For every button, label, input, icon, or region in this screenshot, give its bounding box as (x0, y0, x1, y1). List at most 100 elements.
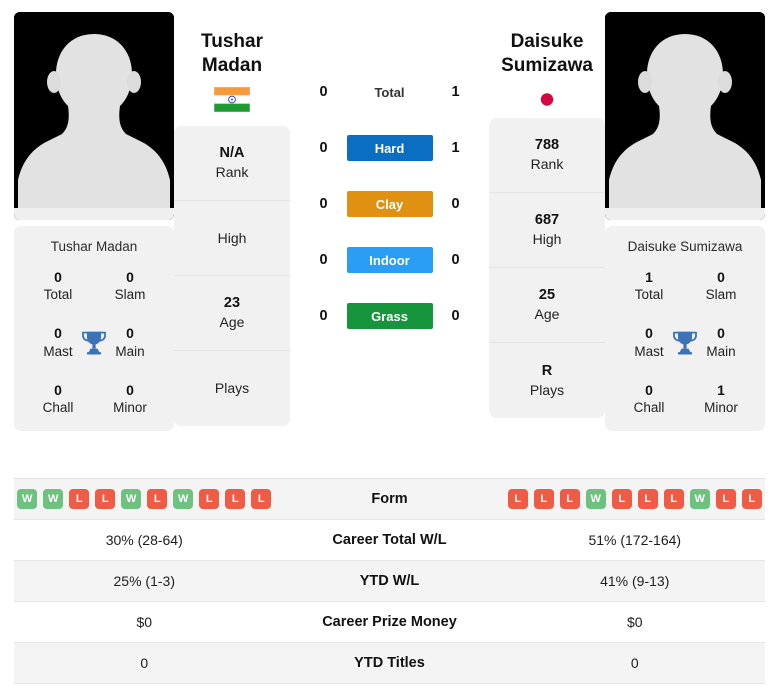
h2h-clay-label[interactable]: Clay (346, 191, 433, 217)
form-badge: W (17, 489, 38, 509)
form-badge: L (507, 489, 528, 509)
table-label-career-total-wl: Career Total W/L (332, 532, 447, 548)
left-form-cell: W W L L W L W L L L (14, 483, 275, 515)
h2h-hard-right-value: 1 (451, 140, 460, 156)
left-age-label: Age (219, 314, 245, 331)
left-titles-minor-value: 0 (126, 381, 134, 398)
right-form-cell: L L L W L L L W L L (505, 483, 766, 515)
h2h-hard-label[interactable]: Hard (346, 135, 433, 161)
right-titles-slam-label: Slam (705, 287, 737, 303)
left-player-info-card: N/A Rank High 23 Age Plays (174, 126, 290, 427)
form-badge: L (741, 489, 762, 509)
right-player-honours-card: Daisuke Sumizawa 1 Total 0 Slam 0 Mast 0… (605, 226, 765, 431)
form-badge: L (95, 489, 116, 509)
right-titles-minor-label: Minor (704, 400, 738, 416)
right-titles-slam-value: 0 (717, 269, 725, 285)
left-form-badges: W W L L W L W L L L (14, 483, 275, 515)
h2h-grass-right-value: 0 (451, 308, 460, 324)
h2h-grass-left-value: 0 (319, 308, 328, 324)
right-player-first-name: Daisuke (510, 31, 584, 52)
right-high-value: 687 (534, 212, 560, 228)
left-ytd-titles: 0 (140, 655, 149, 671)
form-badge: L (251, 489, 272, 509)
form-badge: W (689, 489, 710, 509)
comparison-header: Tushar Madan 0 Total 0 Slam 0 Mast 0 Mai… (0, 0, 779, 472)
left-titles-slam: 0 Slam (94, 268, 166, 304)
right-titles-total-label: Total (634, 287, 664, 303)
h2h-clay-left-value: 0 (319, 196, 328, 212)
form-badge: L (611, 489, 632, 509)
left-player-name-label: Tushar Madan (50, 239, 138, 254)
left-titles-minor: 0 Minor (94, 381, 166, 417)
left-titles-main: 0 Main (94, 324, 166, 360)
right-player-avatar (605, 12, 765, 220)
h2h-row-grass: 0 Grass 0 (290, 288, 489, 344)
right-titles-total-value: 1 (645, 269, 653, 285)
form-badge: W (43, 489, 64, 509)
right-titles-main-label: Main (706, 343, 736, 359)
form-badge: L (147, 489, 168, 509)
right-plays-label: Plays (529, 381, 565, 398)
h2h-indoor-right-value: 0 (451, 252, 460, 268)
right-age-value: 25 (538, 287, 556, 303)
right-career-total-wl: 51% (172-164) (588, 532, 682, 548)
left-titles-chall: 0 Chall (22, 381, 94, 417)
form-badge: W (585, 489, 606, 509)
left-plays-row: Plays (174, 351, 290, 426)
right-age-row: 25 Age (489, 268, 605, 344)
right-player-last-name: Sumizawa (501, 54, 593, 76)
right-player-info-card: 788 Rank 687 High 25 Age R Plays (489, 118, 605, 419)
left-titles-mast: 0 Mast (22, 324, 94, 360)
right-player-column: Daisuke Sumizawa 1 Total 0 Slam 0 Mast 0… (605, 12, 765, 431)
left-titles-mast-label: Mast (43, 343, 73, 359)
left-rank-value: N/A (219, 145, 245, 161)
right-titles-chall-value: 0 (645, 381, 653, 398)
right-form-badges: L L L W L L L W L L (505, 483, 766, 515)
h2h-row-total: 0 Total 1 (290, 64, 489, 120)
table-row-form: W W L L W L W L L L Form L L L W L L L W… (14, 479, 765, 520)
right-plays-value: R (541, 362, 553, 379)
left-player-titles-grid: 0 Total 0 Slam 0 Mast 0 Main 0 Chall 0 M… (22, 268, 166, 417)
left-titles-chall-label: Chall (42, 400, 74, 416)
head-to-head-column: 0 Total 1 0 Hard 1 0 Clay 0 0 Indoor 0 0 (290, 12, 489, 344)
left-age-row: 23 Age (174, 276, 290, 352)
right-high-row: 687 High (489, 193, 605, 269)
right-career-prize-money: $0 (626, 614, 643, 630)
stats-table: W W L L W L W L L L Form L L L W L L L W… (0, 479, 779, 684)
right-rank-label: Rank (530, 156, 564, 173)
h2h-grass-label[interactable]: Grass (346, 303, 433, 329)
form-badge: L (559, 489, 580, 509)
left-career-total-wl: 30% (28-64) (105, 532, 183, 548)
right-titles-chall-label: Chall (633, 400, 665, 416)
right-high-label: High (532, 231, 562, 248)
right-titles-mast: 0 Mast (613, 324, 685, 360)
left-titles-total: 0 Total (22, 268, 94, 304)
left-titles-slam-label: Slam (114, 287, 146, 303)
left-titles-minor-label: Minor (113, 400, 147, 416)
left-player-column: Tushar Madan 0 Total 0 Slam 0 Mast 0 Mai… (14, 12, 174, 431)
h2h-indoor-label[interactable]: Indoor (346, 247, 433, 273)
left-titles-slam-value: 0 (126, 269, 134, 285)
form-badge: L (533, 489, 554, 509)
table-label-ytd-wl: YTD W/L (359, 573, 420, 589)
h2h-row-hard: 0 Hard 1 (290, 120, 489, 176)
left-player-first-name: Tushar (201, 31, 263, 52)
right-titles-total: 1 Total (613, 268, 685, 304)
h2h-total-right-value: 1 (451, 84, 460, 100)
form-badge: W (121, 489, 142, 509)
left-age-value: 23 (223, 295, 241, 311)
right-titles-main: 0 Main (685, 324, 757, 360)
left-ytd-wl: 25% (1-3) (113, 573, 175, 589)
right-player-name-label: Daisuke Sumizawa (627, 239, 743, 254)
left-plays-label: Plays (214, 380, 250, 397)
form-badge: L (663, 489, 684, 509)
right-ytd-wl: 41% (9-13) (600, 573, 670, 589)
h2h-indoor-left-value: 0 (319, 252, 328, 268)
table-row-career-prize-money: $0 Career Prize Money $0 (14, 602, 765, 643)
table-row-ytd-titles: 0 YTD Titles 0 (14, 643, 765, 684)
left-player-honours-card: Tushar Madan 0 Total 0 Slam 0 Mast 0 Mai… (14, 226, 174, 431)
flag-india-icon (214, 87, 250, 113)
table-label-form: Form (371, 491, 408, 507)
table-row-ytd-wl: 25% (1-3) YTD W/L 41% (9-13) (14, 561, 765, 602)
left-player-info-column: Tushar Madan N/A Rank High 23 Age Plays (174, 12, 290, 427)
